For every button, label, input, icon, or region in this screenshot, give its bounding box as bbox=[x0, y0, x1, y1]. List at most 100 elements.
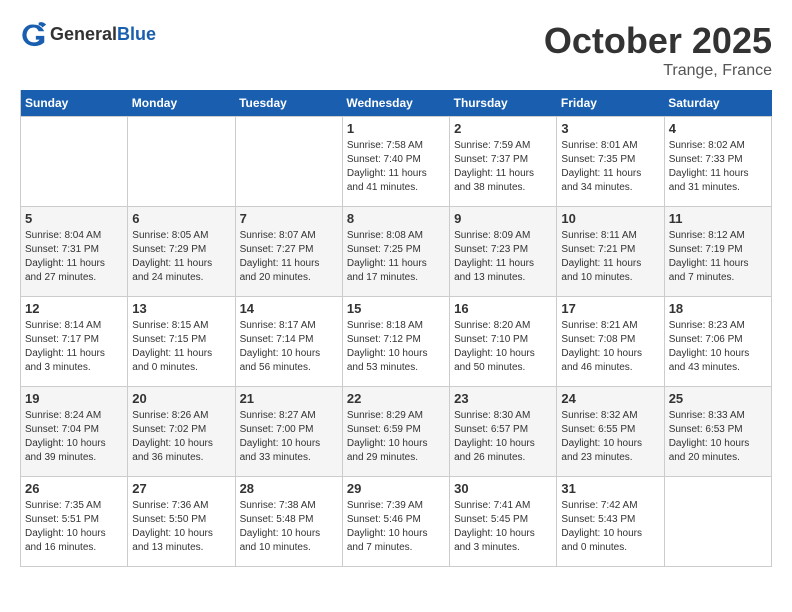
day-number: 25 bbox=[669, 391, 767, 406]
day-number: 29 bbox=[347, 481, 445, 496]
day-number: 24 bbox=[561, 391, 659, 406]
logo: GeneralBlue bbox=[20, 20, 156, 48]
table-cell: 18Sunrise: 8:23 AM Sunset: 7:06 PM Dayli… bbox=[664, 297, 771, 387]
day-number: 28 bbox=[240, 481, 338, 496]
day-number: 17 bbox=[561, 301, 659, 316]
table-cell bbox=[21, 117, 128, 207]
table-cell: 25 Sunrise: 8:33 AM Sunset: 6:53 PM Dayli… bbox=[664, 387, 771, 477]
table-cell: 26 Sunrise: 7:35 AM Sunset: 5:51 PM Dayli… bbox=[21, 477, 128, 567]
day-detail: Sunrise: 8:04 AM Sunset: 7:31 PM Dayligh… bbox=[25, 229, 123, 285]
logo-icon bbox=[20, 20, 48, 48]
week-row-2: 5 Sunrise: 8:04 AM Sunset: 7:31 PM Daylig… bbox=[21, 207, 772, 297]
day-detail: Sunrise: 8:33 AM Sunset: 6:53 PM Dayligh… bbox=[669, 409, 767, 465]
week-row-5: 26 Sunrise: 7:35 AM Sunset: 5:51 PM Dayli… bbox=[21, 477, 772, 567]
day-detail: Sunrise: 7:39 AM Sunset: 5:46 PM Dayligh… bbox=[347, 499, 445, 555]
day-detail: Sunrise: 8:30 AM Sunset: 6:57 PM Dayligh… bbox=[454, 409, 552, 465]
location-title: Trange, France bbox=[544, 62, 772, 80]
day-detail: Sunrise: 8:14 AM Sunset: 7:17 PM Dayligh… bbox=[25, 319, 123, 375]
table-cell: 13 Sunrise: 8:15 AM Sunset: 7:15 PM Dayli… bbox=[128, 297, 235, 387]
day-detail: Sunrise: 8:26 AM Sunset: 7:02 PM Dayligh… bbox=[132, 409, 230, 465]
table-cell: 9 Sunrise: 8:09 AM Sunset: 7:23 PM Daylig… bbox=[450, 207, 557, 297]
col-sunday: Sunday bbox=[21, 90, 128, 117]
day-number: 5 bbox=[25, 211, 123, 226]
day-number: 30 bbox=[454, 481, 552, 496]
logo-blue-text: Blue bbox=[117, 24, 156, 44]
table-cell: 11Sunrise: 8:12 AM Sunset: 7:19 PM Dayli… bbox=[664, 207, 771, 297]
week-row-1: 1 Sunrise: 7:58 AM Sunset: 7:40 PM Daylig… bbox=[21, 117, 772, 207]
day-detail: Sunrise: 7:41 AM Sunset: 5:45 PM Dayligh… bbox=[454, 499, 552, 555]
day-detail: Sunrise: 7:42 AM Sunset: 5:43 PM Dayligh… bbox=[561, 499, 659, 555]
table-cell: 7 Sunrise: 8:07 AM Sunset: 7:27 PM Daylig… bbox=[235, 207, 342, 297]
day-detail: Sunrise: 8:01 AM Sunset: 7:35 PM Dayligh… bbox=[561, 139, 659, 195]
day-detail: Sunrise: 7:58 AM Sunset: 7:40 PM Dayligh… bbox=[347, 139, 445, 195]
calendar-header-row: Sunday Monday Tuesday Wednesday Thursday… bbox=[21, 90, 772, 117]
table-cell: 1 Sunrise: 7:58 AM Sunset: 7:40 PM Daylig… bbox=[342, 117, 449, 207]
day-number: 20 bbox=[132, 391, 230, 406]
day-detail: Sunrise: 8:15 AM Sunset: 7:15 PM Dayligh… bbox=[132, 319, 230, 375]
day-detail: Sunrise: 7:35 AM Sunset: 5:51 PM Dayligh… bbox=[25, 499, 123, 555]
day-number: 6 bbox=[132, 211, 230, 226]
day-number: 4 bbox=[669, 121, 767, 136]
day-number: 15 bbox=[347, 301, 445, 316]
col-friday: Friday bbox=[557, 90, 664, 117]
table-cell: 17 Sunrise: 8:21 AM Sunset: 7:08 PM Dayli… bbox=[557, 297, 664, 387]
table-cell bbox=[128, 117, 235, 207]
table-cell: 3Sunrise: 8:01 AM Sunset: 7:35 PM Daylig… bbox=[557, 117, 664, 207]
day-number: 18 bbox=[669, 301, 767, 316]
day-detail: Sunrise: 8:21 AM Sunset: 7:08 PM Dayligh… bbox=[561, 319, 659, 375]
table-cell: 20 Sunrise: 8:26 AM Sunset: 7:02 PM Dayli… bbox=[128, 387, 235, 477]
day-number: 27 bbox=[132, 481, 230, 496]
day-number: 11 bbox=[669, 211, 767, 226]
day-detail: Sunrise: 8:08 AM Sunset: 7:25 PM Dayligh… bbox=[347, 229, 445, 285]
day-detail: Sunrise: 8:17 AM Sunset: 7:14 PM Dayligh… bbox=[240, 319, 338, 375]
table-cell: 15 Sunrise: 8:18 AM Sunset: 7:12 PM Dayli… bbox=[342, 297, 449, 387]
table-cell: 14 Sunrise: 8:17 AM Sunset: 7:14 PM Dayli… bbox=[235, 297, 342, 387]
logo-general-text: General bbox=[50, 24, 117, 44]
day-number: 14 bbox=[240, 301, 338, 316]
day-detail: Sunrise: 7:38 AM Sunset: 5:48 PM Dayligh… bbox=[240, 499, 338, 555]
day-number: 26 bbox=[25, 481, 123, 496]
day-number: 13 bbox=[132, 301, 230, 316]
table-cell: 22Sunrise: 8:29 AM Sunset: 6:59 PM Dayli… bbox=[342, 387, 449, 477]
day-detail: Sunrise: 8:32 AM Sunset: 6:55 PM Dayligh… bbox=[561, 409, 659, 465]
day-detail: Sunrise: 8:11 AM Sunset: 7:21 PM Dayligh… bbox=[561, 229, 659, 285]
day-detail: Sunrise: 7:59 AM Sunset: 7:37 PM Dayligh… bbox=[454, 139, 552, 195]
table-cell: 29 Sunrise: 7:39 AM Sunset: 5:46 PM Dayli… bbox=[342, 477, 449, 567]
day-number: 23 bbox=[454, 391, 552, 406]
day-detail: Sunrise: 8:27 AM Sunset: 7:00 PM Dayligh… bbox=[240, 409, 338, 465]
col-monday: Monday bbox=[128, 90, 235, 117]
table-cell: 27 Sunrise: 7:36 AM Sunset: 5:50 PM Dayli… bbox=[128, 477, 235, 567]
table-cell: 16 Sunrise: 8:20 AM Sunset: 7:10 PM Dayli… bbox=[450, 297, 557, 387]
table-cell: 19Sunrise: 8:24 AM Sunset: 7:04 PM Dayli… bbox=[21, 387, 128, 477]
col-thursday: Thursday bbox=[450, 90, 557, 117]
table-cell: 10Sunrise: 8:11 AM Sunset: 7:21 PM Dayli… bbox=[557, 207, 664, 297]
calendar-table: Sunday Monday Tuesday Wednesday Thursday… bbox=[20, 90, 772, 567]
day-number: 16 bbox=[454, 301, 552, 316]
table-cell: 24 Sunrise: 8:32 AM Sunset: 6:55 PM Dayli… bbox=[557, 387, 664, 477]
table-cell: 21 Sunrise: 8:27 AM Sunset: 7:00 PM Dayli… bbox=[235, 387, 342, 477]
table-cell: 23 Sunrise: 8:30 AM Sunset: 6:57 PM Dayli… bbox=[450, 387, 557, 477]
day-number: 2 bbox=[454, 121, 552, 136]
day-number: 1 bbox=[347, 121, 445, 136]
table-cell bbox=[235, 117, 342, 207]
day-detail: Sunrise: 8:07 AM Sunset: 7:27 PM Dayligh… bbox=[240, 229, 338, 285]
table-cell: 2 Sunrise: 7:59 AM Sunset: 7:37 PM Daylig… bbox=[450, 117, 557, 207]
page-header: GeneralBlue October 2025 Trange, France bbox=[20, 20, 772, 80]
table-cell bbox=[664, 477, 771, 567]
day-detail: Sunrise: 8:29 AM Sunset: 6:59 PM Dayligh… bbox=[347, 409, 445, 465]
day-number: 12 bbox=[25, 301, 123, 316]
day-detail: Sunrise: 8:09 AM Sunset: 7:23 PM Dayligh… bbox=[454, 229, 552, 285]
title-section: October 2025 Trange, France bbox=[544, 20, 772, 80]
day-number: 21 bbox=[240, 391, 338, 406]
day-number: 9 bbox=[454, 211, 552, 226]
day-detail: Sunrise: 8:20 AM Sunset: 7:10 PM Dayligh… bbox=[454, 319, 552, 375]
day-number: 31 bbox=[561, 481, 659, 496]
day-detail: Sunrise: 8:05 AM Sunset: 7:29 PM Dayligh… bbox=[132, 229, 230, 285]
table-cell: 5 Sunrise: 8:04 AM Sunset: 7:31 PM Daylig… bbox=[21, 207, 128, 297]
day-number: 7 bbox=[240, 211, 338, 226]
week-row-3: 12 Sunrise: 8:14 AM Sunset: 7:17 PM Dayli… bbox=[21, 297, 772, 387]
table-cell: 12 Sunrise: 8:14 AM Sunset: 7:17 PM Dayli… bbox=[21, 297, 128, 387]
table-cell: 8Sunrise: 8:08 AM Sunset: 7:25 PM Daylig… bbox=[342, 207, 449, 297]
day-detail: Sunrise: 7:36 AM Sunset: 5:50 PM Dayligh… bbox=[132, 499, 230, 555]
day-detail: Sunrise: 8:18 AM Sunset: 7:12 PM Dayligh… bbox=[347, 319, 445, 375]
